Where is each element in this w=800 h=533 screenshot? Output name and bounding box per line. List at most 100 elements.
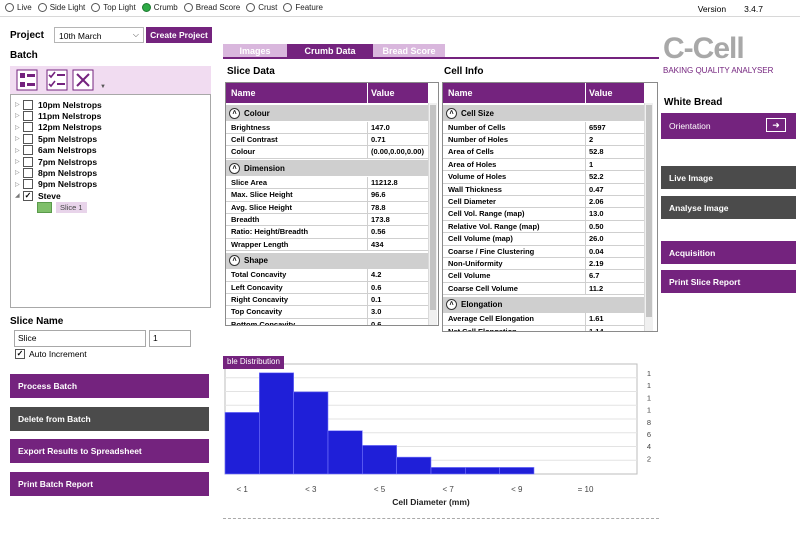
batch-item[interactable]: ▷ 8pm Nelstrops xyxy=(15,167,97,178)
expand-arrow-icon[interactable]: ▷ xyxy=(15,112,23,119)
table-row[interactable]: Total Concavity 4.2 xyxy=(226,269,428,282)
expand-arrow-icon[interactable]: ▷ xyxy=(15,124,23,131)
slice-name-input[interactable]: Slice xyxy=(14,330,146,347)
table-row[interactable]: Max. Slice Height 96.6 xyxy=(226,189,428,202)
analyse-image-button[interactable]: Analyse Image xyxy=(661,196,796,219)
chart-tab-label[interactable]: ble Distribution xyxy=(223,356,284,369)
table-row[interactable]: Area of Cells 52.8 xyxy=(443,146,644,159)
batch-item[interactable]: ▷ 9pm Nelstrops xyxy=(15,179,97,190)
batch-item-checkbox[interactable] xyxy=(23,145,33,156)
create-project-button[interactable]: Create Project xyxy=(146,27,212,43)
expand-arrow-icon[interactable]: ▷ xyxy=(15,135,23,142)
mode-option[interactable]: Side Light xyxy=(37,3,85,12)
mode-radio[interactable] xyxy=(183,3,193,12)
batch-item[interactable]: ▷ 11pm Nelstrops xyxy=(15,110,101,121)
table-row[interactable]: Wall Thickness 0.47 xyxy=(443,183,644,196)
table-row[interactable]: Cell Diameter 2.06 xyxy=(443,195,644,209)
tab-crumb-data[interactable]: Crumb Data xyxy=(287,44,373,58)
table-row[interactable]: Volume of Holes 52.2 xyxy=(443,171,644,184)
batch-item[interactable]: ▷ 7pm Nelstrops xyxy=(15,156,97,167)
table-row[interactable]: Cell Volume (map) 26.0 xyxy=(443,233,644,246)
group-header[interactable]: ˄ Elongation xyxy=(443,296,644,313)
process-batch-button[interactable]: Process Batch xyxy=(10,374,209,398)
mode-option[interactable]: Crumb xyxy=(141,3,178,12)
toolbar-overflow-icon[interactable]: ▼ xyxy=(100,84,106,90)
orientation-button[interactable]: Orientation ➜ xyxy=(661,113,796,139)
mode-option[interactable]: Top Light xyxy=(91,3,136,12)
histogram-bar[interactable] xyxy=(224,412,260,475)
table-row[interactable]: Area of Holes 1 xyxy=(443,158,644,172)
check-list-icon[interactable] xyxy=(46,69,68,91)
table-row[interactable]: Number of Holes 2 xyxy=(443,133,644,147)
mode-option[interactable]: Crust xyxy=(246,3,277,12)
mode-radio[interactable] xyxy=(5,3,14,12)
batch-item-checkbox[interactable] xyxy=(23,167,33,178)
batch-item-checkbox[interactable] xyxy=(23,133,33,144)
expand-arrow-icon[interactable]: ▷ xyxy=(15,101,23,108)
table-row[interactable]: Brightness 147.0 xyxy=(226,121,428,134)
collapse-icon[interactable]: ˄ xyxy=(229,255,240,267)
expand-arrow-icon[interactable]: ▷ xyxy=(15,147,23,154)
mode-radio[interactable] xyxy=(246,3,256,12)
auto-increment-checkbox[interactable]: ✓ xyxy=(15,349,25,359)
histogram-bar[interactable] xyxy=(465,467,500,475)
table-row[interactable]: Breadth 173.8 xyxy=(226,213,428,227)
expand-arrow-icon[interactable]: ▷ xyxy=(15,158,23,165)
mode-radio[interactable] xyxy=(141,3,151,12)
table-row[interactable]: Avg. Slice Height 78.8 xyxy=(226,201,428,214)
slice-node[interactable]: Slice 1 xyxy=(37,202,87,213)
acquisition-button[interactable]: Acquisition xyxy=(661,241,796,264)
select-all-icon[interactable] xyxy=(16,69,38,91)
batch-item-checkbox[interactable] xyxy=(23,122,33,133)
collapse-icon[interactable]: ˄ xyxy=(446,107,457,119)
print-slice-report-button[interactable]: Print Slice Report xyxy=(661,270,796,293)
collapse-icon[interactable]: ˄ xyxy=(229,107,240,119)
table-row[interactable]: Non-Uniformity 2.19 xyxy=(443,257,644,271)
group-header[interactable]: ˄ Colour xyxy=(226,105,428,121)
table-row[interactable]: Top Concavity 3.0 xyxy=(226,306,428,319)
tab-images[interactable]: Images xyxy=(223,44,287,58)
mode-option[interactable]: Bread Score xyxy=(183,3,240,12)
batch-item[interactable]: ◢ ✓ Steve xyxy=(15,190,61,201)
print-batch-report-button[interactable]: Print Batch Report xyxy=(10,472,209,496)
clear-icon[interactable] xyxy=(72,69,94,91)
histogram-bar[interactable] xyxy=(430,467,466,475)
vertical-scrollbar[interactable] xyxy=(428,103,437,325)
table-row[interactable]: Relative Vol. Range (map) 0.50 xyxy=(443,220,644,234)
mode-radio[interactable] xyxy=(283,3,293,12)
table-row[interactable]: Number of Cells 6597 xyxy=(443,121,644,134)
export-results-button[interactable]: Export Results to Spreadsheet xyxy=(10,439,209,463)
scrollbar-thumb[interactable] xyxy=(646,105,652,317)
mode-radio[interactable] xyxy=(91,3,101,12)
table-row[interactable]: Cell Volume 6.7 xyxy=(443,270,644,283)
batch-item-checkbox[interactable] xyxy=(23,99,33,110)
histogram-bar[interactable] xyxy=(293,391,329,475)
table-row[interactable]: Slice Area 11212.8 xyxy=(226,176,428,190)
tab-bread-score[interactable]: Bread Score xyxy=(373,44,445,58)
expand-arrow-icon[interactable]: ▷ xyxy=(15,169,23,176)
table-row[interactable]: Cell Contrast 0.71 xyxy=(226,133,428,147)
group-header[interactable]: ˄ Cell Size xyxy=(443,105,644,121)
auto-increment-row[interactable]: ✓ Auto Increment xyxy=(15,349,87,359)
batch-item-checkbox[interactable] xyxy=(23,156,33,167)
batch-item-checkbox[interactable] xyxy=(23,110,33,121)
table-row[interactable]: Right Concavity 0.1 xyxy=(226,293,428,307)
table-row[interactable]: Wrapper Length 434 xyxy=(226,238,428,252)
expand-arrow-icon[interactable]: ▷ xyxy=(15,181,23,188)
histogram-bar[interactable] xyxy=(259,372,294,475)
mode-option[interactable]: Live xyxy=(5,3,32,12)
column-header-name[interactable]: Name xyxy=(226,83,368,103)
vertical-scrollbar[interactable] xyxy=(644,103,653,331)
group-header[interactable]: ˄ Shape xyxy=(226,252,428,269)
histogram-bar[interactable] xyxy=(396,456,432,475)
table-row[interactable]: Cell Vol. Range (map) 13.0 xyxy=(443,208,644,221)
table-row[interactable]: Coarse / Fine Clustering 0.04 xyxy=(443,245,644,258)
collapse-icon[interactable]: ˄ xyxy=(446,299,457,311)
batch-item-checkbox[interactable]: ✓ xyxy=(23,190,33,201)
live-image-button[interactable]: Live Image xyxy=(661,166,796,189)
table-row[interactable]: Left Concavity 0.6 xyxy=(226,281,428,294)
group-header[interactable]: ˄ Dimension xyxy=(226,160,428,177)
scrollbar-thumb[interactable] xyxy=(430,105,436,310)
collapse-icon[interactable]: ˄ xyxy=(229,162,240,174)
table-row[interactable]: Net Cell Elongation 1.14 xyxy=(443,325,644,331)
